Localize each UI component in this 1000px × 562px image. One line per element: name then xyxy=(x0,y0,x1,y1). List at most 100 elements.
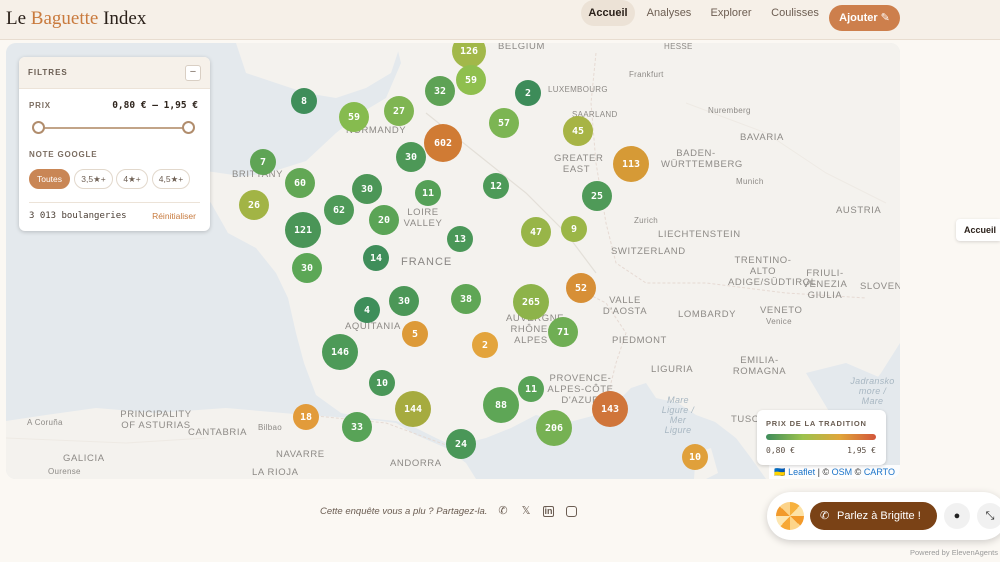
cluster-marker[interactable]: 206 xyxy=(531,405,577,451)
logo-accent: Baguette xyxy=(30,8,99,29)
cluster-marker[interactable]: 14 xyxy=(358,240,394,276)
price-min-handle[interactable] xyxy=(32,121,45,134)
cluster-count: 33 xyxy=(350,421,364,433)
cluster-marker[interactable]: 7 xyxy=(245,144,281,180)
site-logo[interactable]: Le Baguette Index xyxy=(6,8,146,30)
rating-chip-4[interactable]: 4★+ xyxy=(116,169,148,189)
instagram-icon[interactable] xyxy=(566,506,577,517)
cluster-marker[interactable]: 146 xyxy=(317,329,363,375)
cluster-marker[interactable]: 88 xyxy=(478,382,524,428)
cluster-marker[interactable]: 10 xyxy=(677,439,713,475)
cluster-marker[interactable]: 144 xyxy=(390,386,436,432)
cluster-count: 143 xyxy=(600,403,620,415)
cluster-marker[interactable]: 2 xyxy=(467,327,503,363)
rating-chip-4-5[interactable]: 4,5★+ xyxy=(152,169,190,189)
cluster-count: 144 xyxy=(403,403,423,415)
rating-chip-all[interactable]: Toutes xyxy=(29,169,70,189)
legend-max: 1,95 € xyxy=(847,446,876,455)
bakery-count: 3 013 boulangeries xyxy=(29,211,127,221)
cluster-marker[interactable]: 8 xyxy=(286,83,322,119)
place-label: GALICIA xyxy=(63,453,105,464)
cluster-count: 602 xyxy=(433,137,453,149)
collapse-arrows-icon[interactable]: ⤡ xyxy=(977,503,1000,529)
cluster-marker[interactable]: 5 xyxy=(397,316,433,352)
cluster-marker[interactable]: 20 xyxy=(364,200,404,240)
map-attribution: 🇺🇦 Leaflet | © OSM © CARTO xyxy=(769,465,900,479)
rating-chip-3-5[interactable]: 3,5★+ xyxy=(74,169,113,189)
cluster-marker[interactable]: 13 xyxy=(442,221,478,257)
cluster-count: 30 xyxy=(360,183,374,195)
cluster-marker[interactable]: 25 xyxy=(577,176,617,216)
top-bar: Le Baguette Index Accueil Analyses Explo… xyxy=(0,0,1000,40)
cluster-marker[interactable]: 2 xyxy=(510,75,546,111)
cluster-marker[interactable]: 12 xyxy=(478,168,514,204)
cluster-marker[interactable]: 30 xyxy=(347,169,387,209)
nav-analyses[interactable]: Analyses xyxy=(641,0,697,26)
chat-bubble-icon[interactable]: ● xyxy=(944,503,970,529)
cluster-marker[interactable]: 24 xyxy=(441,424,481,464)
place-label: GREATER EAST xyxy=(554,153,604,175)
filters-header[interactable]: FILTRES − xyxy=(19,57,210,89)
talk-to-agent-button[interactable]: ✆ Parlez à Brigitte ! xyxy=(810,502,937,530)
price-max-handle[interactable] xyxy=(182,121,195,134)
price-label: PRIX xyxy=(29,101,51,110)
cluster-marker[interactable]: 30 xyxy=(391,137,431,177)
cluster-marker[interactable]: 113 xyxy=(608,141,654,187)
cluster-marker[interactable]: 47 xyxy=(516,212,556,252)
cluster-marker[interactable]: 33 xyxy=(337,407,377,447)
cluster-marker[interactable]: 60 xyxy=(280,163,320,203)
cluster-marker[interactable]: 57 xyxy=(484,103,524,143)
cluster-marker[interactable]: 59 xyxy=(451,60,491,100)
place-label: LA RIOJA xyxy=(252,467,299,478)
place-label: Munich xyxy=(736,177,764,186)
cluster-marker[interactable]: 62 xyxy=(319,190,359,230)
cluster-marker[interactable]: 265 xyxy=(508,279,554,325)
x-icon[interactable]: 𝕏 xyxy=(519,504,533,518)
cluster-marker[interactable]: 4 xyxy=(349,292,385,328)
cluster-marker[interactable]: 10 xyxy=(364,365,400,401)
cluster-marker[interactable]: 11 xyxy=(410,175,446,211)
place-label: AQUITANIA xyxy=(345,321,401,332)
add-button-label: Ajouter xyxy=(839,12,878,24)
cluster-marker[interactable]: 38 xyxy=(446,279,486,319)
agent-avatar[interactable] xyxy=(776,502,804,530)
cluster-marker[interactable]: 30 xyxy=(287,248,327,288)
cluster-marker[interactable]: 121 xyxy=(280,207,326,253)
cluster-marker[interactable]: 143 xyxy=(587,386,633,432)
linkedin-icon[interactable]: in xyxy=(543,506,554,517)
carto-link[interactable]: CARTO xyxy=(864,467,895,477)
cluster-marker[interactable]: 30 xyxy=(384,281,424,321)
place-label: AUSTRIA xyxy=(836,205,882,216)
cluster-marker[interactable]: 27 xyxy=(379,91,419,131)
place-label: Ourense xyxy=(48,467,81,476)
place-label: PIEDMONT xyxy=(612,335,667,346)
cluster-count: 25 xyxy=(590,190,604,202)
cluster-marker[interactable]: 59 xyxy=(334,97,374,137)
sea-label: Mare Ligure / Mer Ligure xyxy=(661,395,695,435)
nav-coulisses[interactable]: Coulisses xyxy=(765,0,825,26)
cluster-marker[interactable]: 45 xyxy=(558,111,598,151)
leaflet-link[interactable]: Leaflet xyxy=(788,467,815,477)
cluster-marker[interactable]: 32 xyxy=(420,71,460,111)
place-label: VALLE D'AOSTA xyxy=(602,295,648,317)
cluster-count: 30 xyxy=(404,151,418,163)
nav-accueil[interactable]: Accueil xyxy=(581,0,635,26)
nav-explorer[interactable]: Explorer xyxy=(703,0,759,26)
cluster-marker[interactable]: 11 xyxy=(513,371,549,407)
collapse-button[interactable]: − xyxy=(185,65,201,81)
cluster-marker[interactable]: 9 xyxy=(556,211,592,247)
add-button[interactable]: Ajouter ✎ xyxy=(829,5,900,31)
cluster-count: 45 xyxy=(571,125,585,137)
osm-link[interactable]: OSM xyxy=(832,467,853,477)
whatsapp-icon[interactable]: ✆ xyxy=(496,504,510,518)
place-label: VENETO xyxy=(760,305,803,316)
price-slider-track[interactable] xyxy=(39,127,189,129)
cluster-marker[interactable]: 602 xyxy=(419,119,467,167)
place-label: BELGIUM xyxy=(498,43,545,52)
cluster-marker[interactable]: 71 xyxy=(543,312,583,352)
cluster-count: 10 xyxy=(375,377,389,389)
cluster-marker[interactable]: 26 xyxy=(234,185,274,225)
cluster-marker[interactable]: 18 xyxy=(288,399,324,435)
reset-link[interactable]: Réinitialiser xyxy=(152,211,196,221)
cluster-marker[interactable]: 52 xyxy=(561,268,601,308)
